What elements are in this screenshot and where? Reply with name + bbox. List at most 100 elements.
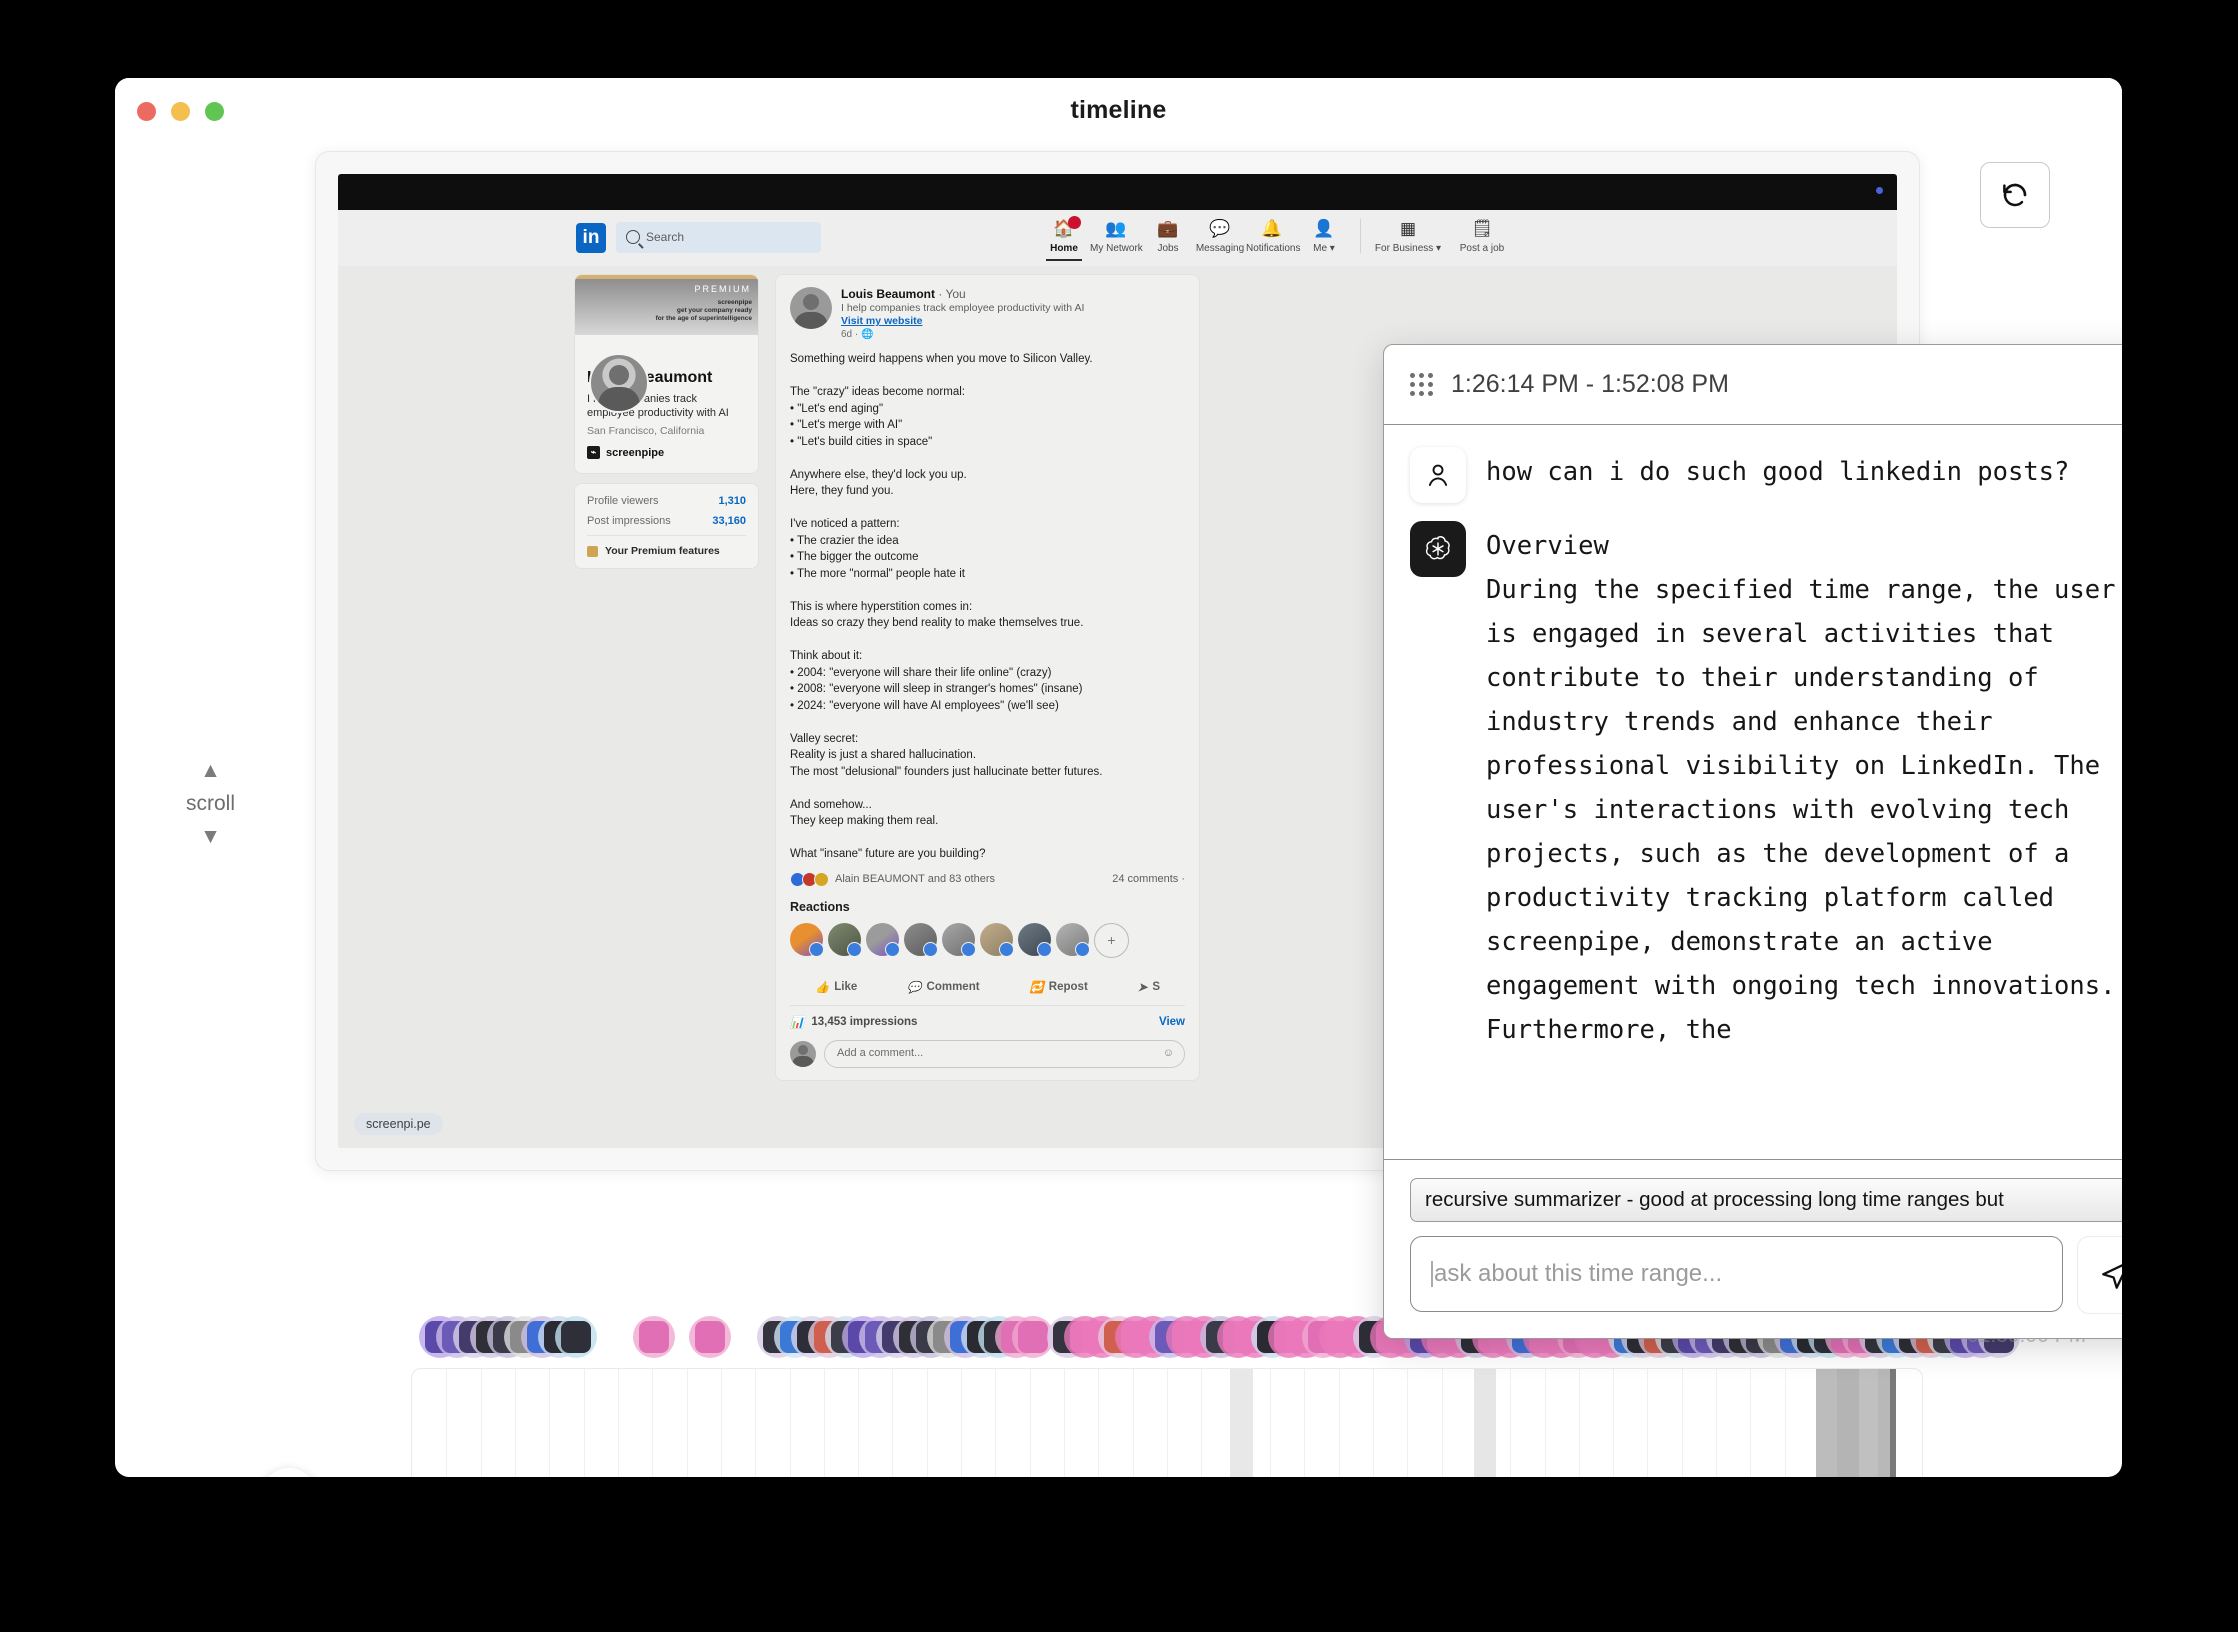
reactor-avatar[interactable] bbox=[980, 922, 1014, 957]
reaction-summary-text[interactable]: Alain BEAUMONT and 83 others bbox=[835, 873, 995, 885]
chat-input-row: ask about this time range... bbox=[1410, 1236, 2122, 1314]
timeline-app-icon[interactable] bbox=[689, 1316, 731, 1358]
timeline-gridline bbox=[1132, 1369, 1134, 1477]
nav-item-jobs[interactable]: 💼 Jobs bbox=[1142, 215, 1194, 254]
nav-label: Me ▾ bbox=[1313, 243, 1335, 254]
openai-knot-icon bbox=[1425, 536, 1450, 560]
reactor-avatar[interactable] bbox=[866, 922, 900, 957]
search-placeholder: Search bbox=[646, 230, 685, 244]
timeline-gridline bbox=[1716, 1369, 1718, 1477]
timeline-gridline bbox=[1441, 1369, 1443, 1477]
premium-features-link[interactable]: Your Premium features bbox=[587, 545, 746, 557]
stat-row[interactable]: Post impressions 33,160 bbox=[587, 515, 746, 527]
chat-input-placeholder: ask about this time range... bbox=[1434, 1260, 1723, 1287]
timeline-activity-block[interactable] bbox=[1878, 1369, 1891, 1477]
app-window: timeline ▲ scroll ▼ in Search 🏠 Home 👥 M… bbox=[115, 78, 2122, 1477]
comment-button[interactable]: 💬 Comment bbox=[907, 980, 979, 994]
timeline-app-icon[interactable] bbox=[633, 1316, 675, 1358]
comments-count[interactable]: 24 comments · bbox=[1112, 873, 1185, 885]
divider bbox=[587, 535, 746, 536]
nav-item-notifications[interactable]: 🔔 Notifications bbox=[1246, 215, 1300, 254]
stat-label: Post impressions bbox=[587, 515, 671, 527]
thumbs-up-icon: 👍 bbox=[814, 981, 830, 994]
linkedin-search-input[interactable]: Search bbox=[616, 222, 821, 253]
nav-item-home[interactable]: 🏠 Home bbox=[1038, 215, 1090, 261]
send-icon: ➤ bbox=[1137, 981, 1148, 994]
user-avatar-icon bbox=[1410, 447, 1466, 503]
timeline-activity-block[interactable] bbox=[1837, 1369, 1859, 1477]
quick-actions-button[interactable] bbox=[261, 1468, 317, 1477]
nav-item-my-network[interactable]: 👥 My Network bbox=[1090, 215, 1143, 254]
profile-card[interactable]: PREMIUM screenpipe get your company read… bbox=[574, 274, 759, 474]
stat-row[interactable]: Profile viewers 1,310 bbox=[587, 495, 746, 507]
bar-chart-icon: 📊 bbox=[790, 1016, 805, 1029]
app-icon-glyph bbox=[561, 1321, 591, 1353]
timeline-activity-block[interactable] bbox=[1230, 1369, 1254, 1477]
like-badge-icon bbox=[847, 941, 862, 957]
stat-value: 1,310 bbox=[718, 495, 746, 507]
comment-input[interactable]: Add a comment... ☺ bbox=[824, 1039, 1185, 1068]
nav-item-me[interactable]: 👤 Me ▾ bbox=[1298, 215, 1350, 254]
insight-reaction-icon bbox=[814, 871, 829, 887]
avatar-body bbox=[792, 1055, 814, 1067]
avatar-head bbox=[609, 365, 629, 385]
nav-item-messaging[interactable]: 💬 Messaging bbox=[1194, 215, 1246, 254]
view-analytics-link[interactable]: View bbox=[1159, 1016, 1185, 1028]
timeline-gridline bbox=[995, 1369, 997, 1477]
timeline-activity-block[interactable] bbox=[1890, 1369, 1896, 1477]
post-author-avatar[interactable] bbox=[790, 287, 832, 329]
reactor-avatar[interactable] bbox=[790, 922, 824, 957]
timeline-track[interactable] bbox=[411, 1368, 1923, 1477]
like-button[interactable]: 👍 Like bbox=[815, 980, 857, 994]
nav-item-post-a-job[interactable]: 🗒 Post a job bbox=[1445, 215, 1519, 254]
timeline-activity-block[interactable] bbox=[1473, 1369, 1497, 1477]
triangle-up-icon[interactable]: ▲ bbox=[153, 758, 268, 784]
like-badge-icon bbox=[999, 941, 1014, 957]
stat-label: Profile viewers bbox=[587, 495, 659, 507]
emoji-icon[interactable]: ☺ bbox=[1163, 1047, 1174, 1059]
post-cta-link[interactable]: Visit my website bbox=[841, 315, 1084, 327]
home-icon: 🏠 bbox=[1053, 219, 1075, 238]
timeline-gridline bbox=[1544, 1369, 1546, 1477]
timeline-gridline bbox=[1167, 1369, 1168, 1477]
reactor-avatar[interactable] bbox=[1018, 922, 1052, 957]
refresh-button[interactable] bbox=[1980, 162, 2050, 228]
timeline-gridline bbox=[1613, 1369, 1615, 1477]
chat-input[interactable]: ask about this time range... bbox=[1410, 1236, 2063, 1312]
nav-label: For Business ▾ bbox=[1374, 243, 1442, 254]
reactor-avatar[interactable] bbox=[828, 922, 862, 957]
repost-button[interactable]: 🔁 Repost bbox=[1029, 980, 1087, 994]
reactor-avatar[interactable] bbox=[1056, 922, 1090, 957]
post-impressions-row: 📊 13,453 impressions View bbox=[790, 1004, 1185, 1029]
reactor-avatar[interactable] bbox=[942, 922, 976, 957]
stats-card: Profile viewers 1,310 Post impressions 3… bbox=[574, 483, 759, 569]
chat-panel-header: 1:26:14 PM - 1:52:08 PM ✕ bbox=[1384, 345, 2122, 425]
timeline-gridline bbox=[1029, 1369, 1031, 1477]
triangle-down-icon[interactable]: ▼ bbox=[153, 824, 268, 850]
timeline-app-icon[interactable] bbox=[555, 1316, 597, 1358]
cover-tagline: screenpipe get your company ready for th… bbox=[655, 299, 752, 322]
profile-company[interactable]: ⌁ screenpipe bbox=[587, 446, 746, 459]
timeline-activity-block[interactable] bbox=[1858, 1369, 1879, 1477]
reactions-heading: Reactions bbox=[790, 899, 850, 914]
user-message-text: how can i do such good linkedin posts? bbox=[1486, 457, 2070, 487]
nav-item-for-business[interactable]: ▦ For Business ▾ bbox=[1371, 215, 1445, 254]
reactor-avatar[interactable] bbox=[904, 922, 938, 957]
chat-message-list[interactable]: how can i do such good linkedin posts? O… bbox=[1384, 425, 2122, 1159]
send-message-button[interactable] bbox=[2077, 1236, 2122, 1314]
timeline-gridline bbox=[1407, 1369, 1409, 1477]
chat-message-assistant: Overview During the specified time range… bbox=[1410, 521, 2122, 1052]
timeline-gridline bbox=[789, 1369, 791, 1477]
linkedin-logo-icon[interactable]: in bbox=[576, 223, 606, 253]
more-reactors-button[interactable]: + bbox=[1094, 922, 1129, 958]
drag-grip-icon[interactable] bbox=[1410, 373, 1433, 396]
scroll-control[interactable]: ▲ scroll ▼ bbox=[153, 758, 268, 850]
avatar-body bbox=[794, 312, 828, 329]
company-name: screenpipe bbox=[606, 446, 665, 459]
timeline-gridline bbox=[755, 1369, 757, 1477]
post-job-icon: 🗒 bbox=[1471, 219, 1493, 238]
model-select[interactable]: recursive summarizer - good at processin… bbox=[1410, 1178, 2122, 1222]
post-author-name[interactable]: Louis Beaumont · You bbox=[841, 287, 1084, 301]
timeline-activity-block[interactable] bbox=[1816, 1369, 1838, 1477]
send-button[interactable]: ➤ S bbox=[1138, 980, 1160, 994]
